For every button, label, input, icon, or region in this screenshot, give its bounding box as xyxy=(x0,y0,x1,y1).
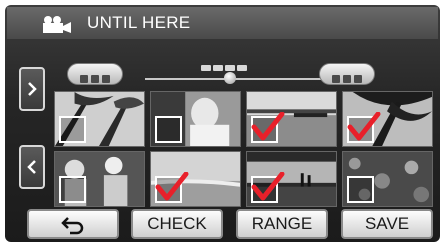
range-start-marker[interactable] xyxy=(67,63,123,85)
thumbnail-leaves-texture[interactable] xyxy=(342,151,433,207)
thumbnail-palm-silhouette[interactable] xyxy=(342,91,433,147)
checkmark-icon xyxy=(155,172,189,201)
thumbnail-boat-on-water[interactable] xyxy=(246,91,337,147)
screen: UNTIL HERE CHECK RANGE SAVE xyxy=(5,5,440,242)
chevron-right-icon xyxy=(28,82,37,96)
thumbnail-beach-shore[interactable] xyxy=(150,151,241,207)
range-end-marker[interactable] xyxy=(319,63,375,85)
checkmark-icon xyxy=(251,112,285,141)
select-checkbox[interactable] xyxy=(59,176,86,203)
thumbnail-palm-trees[interactable] xyxy=(54,91,145,147)
back-arrow-icon xyxy=(61,217,84,235)
thumbnail-dancing-people[interactable] xyxy=(54,151,145,207)
checkmark-icon xyxy=(347,112,381,141)
checkmark-icon xyxy=(251,172,285,201)
header-bar: UNTIL HERE xyxy=(7,7,438,39)
save-button[interactable]: SAVE xyxy=(341,209,433,239)
range-slider-knob[interactable] xyxy=(224,72,236,84)
select-checkbox[interactable] xyxy=(155,116,182,143)
movie-camera-icon xyxy=(43,16,71,33)
thumbnail-sunset-people[interactable] xyxy=(246,151,337,207)
screen-title: UNTIL HERE xyxy=(87,13,191,32)
range-button[interactable]: RANGE xyxy=(236,209,328,239)
next-page-button[interactable] xyxy=(19,67,45,111)
select-checkbox[interactable] xyxy=(347,176,374,203)
select-checkbox[interactable] xyxy=(59,116,86,143)
back-button[interactable] xyxy=(27,209,119,239)
prev-page-button[interactable] xyxy=(19,145,45,189)
chevron-left-icon xyxy=(27,160,36,174)
check-button[interactable]: CHECK xyxy=(131,209,223,239)
thumbnail-person-portrait[interactable] xyxy=(150,91,241,147)
